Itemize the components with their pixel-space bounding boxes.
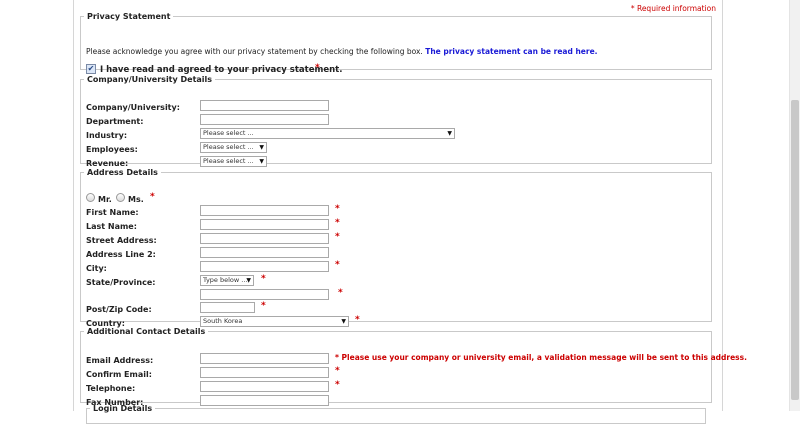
department-input[interactable] [200,114,329,125]
address-details-section: Address Details Mr. Ms. * First Name: * … [80,168,712,328]
company-legend: Company/University Details [87,75,213,84]
state-province-select[interactable]: Type below ... ▼ [200,275,254,286]
country-select[interactable]: South Korea ▼ [200,316,349,327]
scrollbar-thumb[interactable] [791,100,799,400]
chevron-down-icon: ▼ [259,144,264,151]
login-legend: Login Details [93,404,153,413]
mr-label: Mr. [98,195,112,204]
privacy-statement-section: Privacy Statement Please acknowledge you… [80,12,712,75]
page-left-border [73,0,74,411]
required-marker: * [150,192,155,202]
street-address-input[interactable] [200,233,329,244]
revenue-select[interactable]: Please select ... ▼ [200,156,267,167]
address-line2-input[interactable] [200,247,329,258]
required-marker: * [335,218,340,228]
privacy-text-line: Please acknowledge you agree with our pr… [86,47,598,56]
chevron-down-icon: ▼ [259,158,264,165]
last-name-input[interactable] [200,219,329,230]
chevron-down-icon: ▼ [246,277,251,284]
confirm-email-label: Confirm Email: [86,370,152,379]
email-input[interactable] [200,353,329,364]
ms-radio[interactable] [116,193,125,202]
chevron-down-icon: ▼ [341,318,346,325]
required-marker: * [335,260,340,270]
first-name-label: First Name: [86,208,139,217]
industry-select[interactable]: Please select ... ▼ [200,128,455,139]
required-marker: * [261,274,266,284]
address-legend: Address Details [87,168,158,177]
required-marker: * [261,301,266,311]
city-label: City: [86,264,107,273]
additional-contact-section: Additional Contact Details Email Address… [80,327,747,407]
state-province-label: State/Province: [86,278,156,287]
mr-radio[interactable] [86,193,95,202]
login-details-section: Login Details [86,404,706,424]
post-zip-input[interactable] [200,302,255,313]
email-note: * Please use your company or university … [335,353,747,362]
page-right-border [722,0,723,411]
last-name-label: Last Name: [86,222,137,231]
company-details-section: Company/University Details Company/Unive… [80,75,712,168]
industry-label: Industry: [86,131,128,140]
state-province-value: Type below ... [203,276,248,284]
confirm-email-input[interactable] [200,367,329,378]
revenue-label: Revenue: [86,159,129,168]
company-input[interactable] [200,100,329,111]
required-marker: * [338,288,343,298]
industry-value: Please select ... [203,129,254,137]
employees-value: Please select ... [203,143,254,151]
privacy-agree-checkbox[interactable]: ✔ [86,64,96,74]
required-marker: * [355,315,360,325]
city-input[interactable] [200,261,329,272]
contact-legend: Additional Contact Details [87,327,206,336]
privacy-link[interactable]: The privacy statement can be read here. [425,47,597,56]
required-marker: * [335,204,340,214]
privacy-text: Please acknowledge you agree with our pr… [86,47,423,56]
company-label: Company/University: [86,103,180,112]
required-marker: * [335,380,340,390]
required-marker: * [335,232,340,242]
telephone-label: Telephone: [86,384,136,393]
privacy-agree-label: I have read and agreed to your privacy s… [100,65,343,75]
revenue-value: Please select ... [203,157,254,165]
street-address-label: Street Address: [86,236,157,245]
country-value: South Korea [203,317,243,325]
privacy-legend: Privacy Statement [87,12,171,21]
first-name-input[interactable] [200,205,329,216]
post-zip-label: Post/Zip Code: [86,305,152,314]
address-line2-label: Address Line 2: [86,250,156,259]
department-label: Department: [86,117,144,126]
required-marker: * [315,63,320,73]
ms-label: Ms. [128,195,144,204]
chevron-down-icon: ▼ [447,130,452,137]
email-label: Email Address: [86,356,154,365]
employees-select[interactable]: Please select ... ▼ [200,142,267,153]
required-marker: * [335,366,340,376]
state-province-input[interactable] [200,289,329,300]
telephone-input[interactable] [200,381,329,392]
employees-label: Employees: [86,145,138,154]
